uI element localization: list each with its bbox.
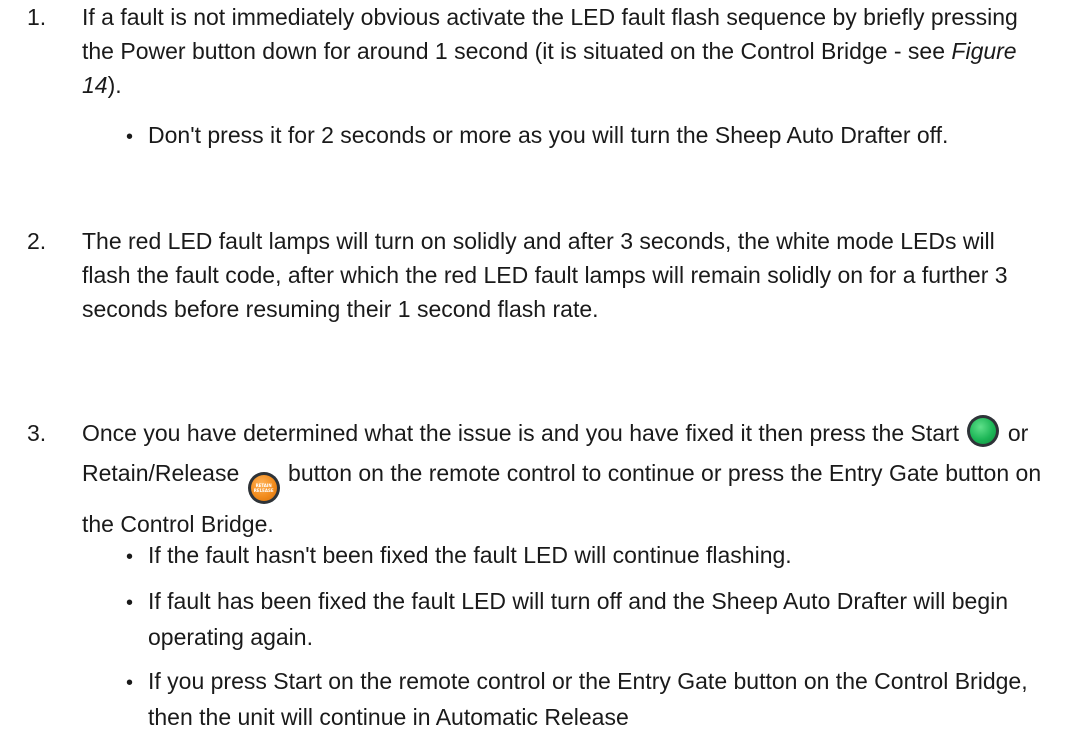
step-text: The red LED fault lamps will turn on sol… bbox=[82, 228, 1008, 322]
bullet-dot: • bbox=[126, 592, 134, 614]
step-3: 3. Once you have determined what the iss… bbox=[0, 413, 1076, 544]
start-button-icon bbox=[967, 415, 1000, 447]
bullet-dot: • bbox=[126, 672, 134, 694]
list-item: • If fault has been fixed the fault LED w… bbox=[126, 588, 1009, 650]
list-item: • Don't press it for 2 seconds or more as… bbox=[116, 118, 1042, 154]
list-item: • If the fault hasn't been fixed the faul… bbox=[116, 538, 1042, 574]
step-text: Once you have determined what the issue … bbox=[82, 413, 1046, 544]
step-1-bullets: • Don't press it for 2 seconds or more as… bbox=[82, 118, 1042, 154]
step-number: 3. bbox=[27, 420, 47, 446]
step-text: If a fault is not immediately obvious ac… bbox=[82, 4, 1018, 98]
step-number: 1. bbox=[27, 4, 47, 30]
list-item: • If you press Start on the remote contro… bbox=[126, 668, 1028, 730]
step-number: 2. bbox=[27, 228, 47, 254]
bullet-dot: • bbox=[126, 546, 134, 568]
bullet-dot: • bbox=[126, 126, 134, 148]
step-2: 2. The red LED fault lamps will turn on … bbox=[0, 224, 1076, 326]
retain-release-button-icon: RETAIN RELEASE bbox=[247, 472, 280, 504]
step-1: 1. If a fault is not immediately obvious… bbox=[0, 0, 1076, 102]
step-3-bullets: • If the fault hasn't been fixed the faul… bbox=[82, 538, 1042, 734]
